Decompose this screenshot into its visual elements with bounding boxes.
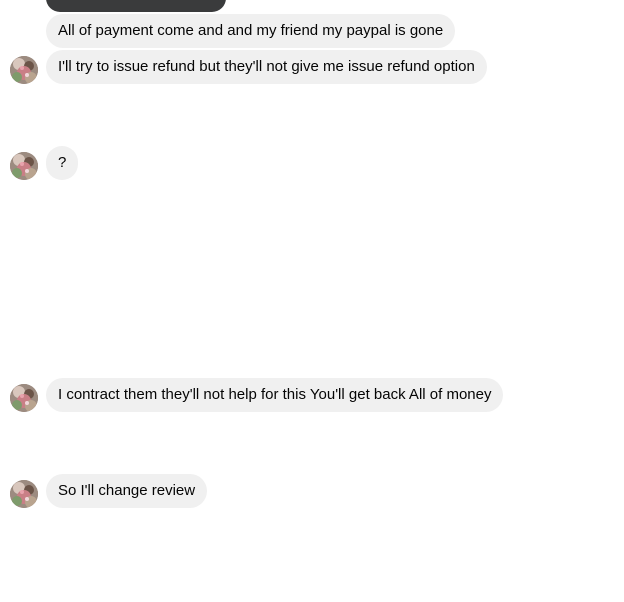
- avatar-photo-icon: [10, 152, 38, 180]
- incoming-message-bubble[interactable]: ?: [46, 146, 79, 180]
- chat-thread: All of payment come and and my friend my…: [0, 0, 624, 602]
- incoming-message-bubble[interactable]: All of payment come and and my friend my…: [46, 14, 456, 48]
- outgoing-message-bubble[interactable]: [46, 0, 226, 12]
- message-text: So I'll change review: [58, 482, 196, 499]
- contact-avatar[interactable]: [10, 56, 38, 84]
- contact-avatar[interactable]: [10, 384, 38, 412]
- avatar-photo-icon: [10, 384, 38, 412]
- message-text: All of payment come and and my friend my…: [58, 22, 444, 39]
- message-text: I contract them they'll not help for thi…: [58, 386, 492, 403]
- message-text: I'll try to issue refund but they'll not…: [58, 58, 475, 75]
- avatar-photo-icon: [10, 480, 38, 508]
- incoming-message-bubble[interactable]: So I'll change review: [46, 474, 208, 508]
- avatar-photo-icon: [10, 56, 38, 84]
- incoming-message-bubble[interactable]: I'll try to issue refund but they'll not…: [46, 50, 487, 84]
- incoming-message-bubble[interactable]: I contract them they'll not help for thi…: [46, 378, 504, 412]
- contact-avatar[interactable]: [10, 480, 38, 508]
- message-text: ?: [58, 154, 67, 171]
- contact-avatar[interactable]: [10, 152, 38, 180]
